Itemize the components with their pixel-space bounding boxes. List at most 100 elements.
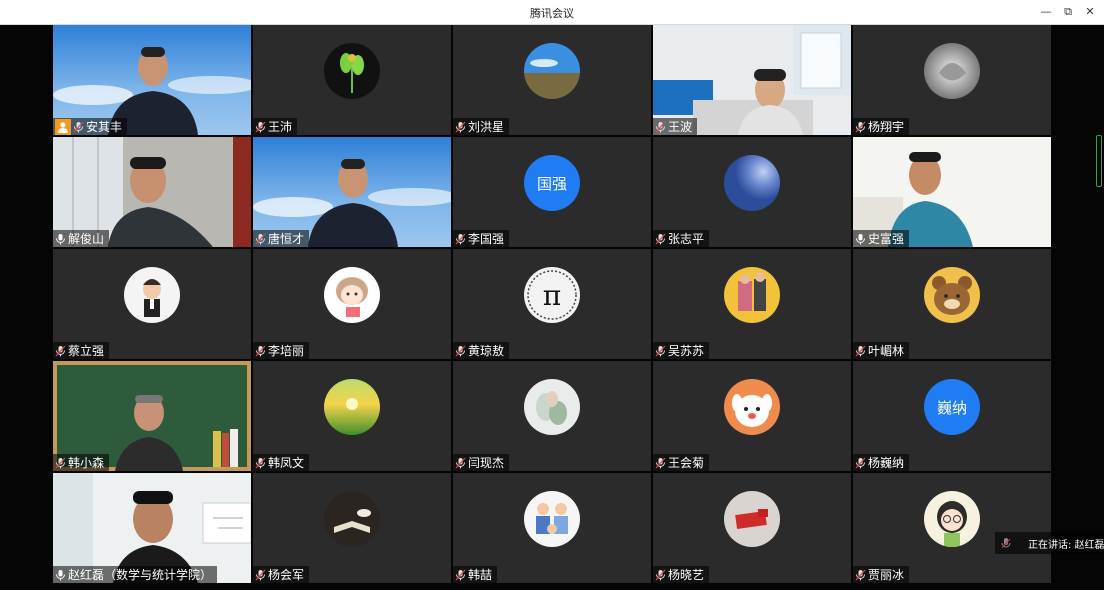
participant-tile[interactable]: 韩喆 (453, 473, 651, 583)
participant-name: 韩凤文 (268, 456, 305, 470)
title-bar: 腾讯会议 — ⧉ ✕ (0, 0, 1104, 25)
participant-tile[interactable]: 国强 李国强 (453, 137, 651, 247)
restore-button[interactable]: ⧉ (1058, 3, 1078, 21)
mic-muted-icon (655, 345, 666, 356)
svg-text:π: π (543, 279, 561, 312)
participant-avatar: 国强 (524, 155, 580, 211)
participant-avatar (724, 379, 780, 435)
participant-tile[interactable]: 杨翔宇 (853, 25, 1051, 135)
gallery-scroll-indicator[interactable] (1096, 135, 1102, 187)
participant-tile[interactable]: 赵红磊（数学与统计学院） (53, 473, 251, 583)
participant-name: 闫现杰 (468, 456, 505, 470)
participant-avatar (324, 43, 380, 99)
mic-muted-icon (855, 569, 866, 580)
mic-muted-icon (855, 121, 866, 132)
participant-tile[interactable]: 王波 (653, 25, 851, 135)
participant-avatar (324, 491, 380, 547)
participant-tile[interactable]: 巍纳 杨巍纳 (853, 361, 1051, 471)
name-bar: 解俊山 (53, 230, 110, 247)
speaking-indicator: 正在讲话: 赵红磊 (995, 532, 1104, 554)
mic-muted-icon (55, 345, 66, 356)
mic-muted-icon (255, 457, 266, 468)
mic-muted-icon (655, 457, 666, 468)
participant-name: 王波 (668, 120, 693, 134)
participant-tile[interactable]: 闫现杰 (453, 361, 651, 471)
participant-avatar (124, 267, 180, 323)
participant-tile[interactable]: 韩小森 (53, 361, 251, 471)
mic-muted-icon (455, 457, 466, 468)
mic-icon (1001, 538, 1011, 549)
participant-tile[interactable]: 杨会军 (253, 473, 451, 583)
window-title: 腾讯会议 (530, 7, 574, 20)
name-bar: 黄琼敖 (453, 342, 510, 359)
participant-name: 赵红磊（数学与统计学院） (68, 568, 213, 582)
participant-tile[interactable]: 叶嵋林 (853, 249, 1051, 359)
name-bar: 韩凤文 (253, 454, 310, 471)
name-bar: 史富强 (853, 230, 910, 247)
participant-tile[interactable]: 史富强 (853, 137, 1051, 247)
participant-grid: 安其丰 王沛 刘洪星 王波 杨翔宇解俊山 唐恒才 国强 李国强张志平 史富强蔡立强 李培丽 π 黄琼敖… (53, 25, 1051, 585)
participant-tile[interactable]: 解俊山 (53, 137, 251, 247)
participant-name: 黄琼敖 (468, 344, 505, 358)
mic-muted-icon (255, 121, 266, 132)
mic-muted-icon (655, 121, 666, 132)
mic-muted-icon (255, 233, 266, 244)
participant-avatar (724, 155, 780, 211)
participant-name: 史富强 (868, 232, 905, 246)
mic-muted-icon (255, 345, 266, 356)
participant-avatar (924, 491, 980, 547)
avatar-text: 巍纳 (936, 398, 967, 417)
name-bar: 李培丽 (253, 342, 310, 359)
host-icon (55, 118, 71, 135)
name-bar: 杨翔宇 (853, 118, 910, 135)
participant-tile[interactable]: 刘洪星 (453, 25, 651, 135)
mic-muted-icon (73, 121, 84, 132)
mic-muted-icon (855, 345, 866, 356)
participant-name: 杨翔宇 (868, 120, 905, 134)
participant-tile[interactable]: 贾丽冰 (853, 473, 1051, 583)
name-bar: 王会菊 (653, 454, 710, 471)
mic-muted-icon (455, 121, 466, 132)
name-bar: 吴苏苏 (653, 342, 710, 359)
participant-tile[interactable]: π 黄琼敖 (453, 249, 651, 359)
participant-tile[interactable]: 蔡立强 (53, 249, 251, 359)
participant-tile[interactable]: 吴苏苏 (653, 249, 851, 359)
minimize-button[interactable]: — (1036, 3, 1056, 21)
close-button[interactable]: ✕ (1080, 3, 1100, 21)
participant-tile[interactable]: 安其丰 (53, 25, 251, 135)
participant-name: 蔡立强 (68, 344, 105, 358)
participant-tile[interactable]: 唐恒才 (253, 137, 451, 247)
mic-muted-icon (855, 457, 866, 468)
mic-icon (56, 233, 65, 244)
participant-name: 安其丰 (86, 120, 123, 134)
participant-tile[interactable]: 韩凤文 (253, 361, 451, 471)
participant-name: 唐恒才 (268, 232, 305, 246)
participant-name: 杨晓艺 (668, 568, 705, 582)
name-bar: 唐恒才 (253, 230, 310, 247)
participant-tile[interactable]: 王沛 (253, 25, 451, 135)
name-bar: 张志平 (653, 230, 710, 247)
participant-name: 吴苏苏 (668, 344, 705, 358)
participant-avatar (324, 267, 380, 323)
participant-avatar (324, 379, 380, 435)
name-bar: 王波 (653, 118, 698, 135)
participant-name: 张志平 (668, 232, 705, 246)
participant-tile[interactable]: 张志平 (653, 137, 851, 247)
mic-muted-icon (455, 345, 466, 356)
mic-icon (56, 569, 65, 580)
participant-tile[interactable]: 王会菊 (653, 361, 851, 471)
name-bar: 韩小森 (53, 454, 110, 471)
mic-muted-icon (255, 569, 266, 580)
mic-muted-icon (655, 569, 666, 580)
participant-avatar: π (524, 267, 580, 323)
participant-name: 李培丽 (268, 344, 305, 358)
participant-name: 王沛 (268, 120, 293, 134)
participant-tile[interactable]: 李培丽 (253, 249, 451, 359)
name-bar: 韩喆 (453, 566, 498, 583)
participant-avatar: 巍纳 (924, 379, 980, 435)
mic-muted-icon (455, 233, 466, 244)
participant-avatar (924, 267, 980, 323)
participant-tile[interactable]: 杨晓艺 (653, 473, 851, 583)
meeting-stage: 安其丰 王沛 刘洪星 王波 杨翔宇解俊山 唐恒才 国强 李国强张志平 史富强蔡立强 李培丽 π 黄琼敖… (0, 25, 1104, 590)
name-bar: 刘洪星 (453, 118, 510, 135)
